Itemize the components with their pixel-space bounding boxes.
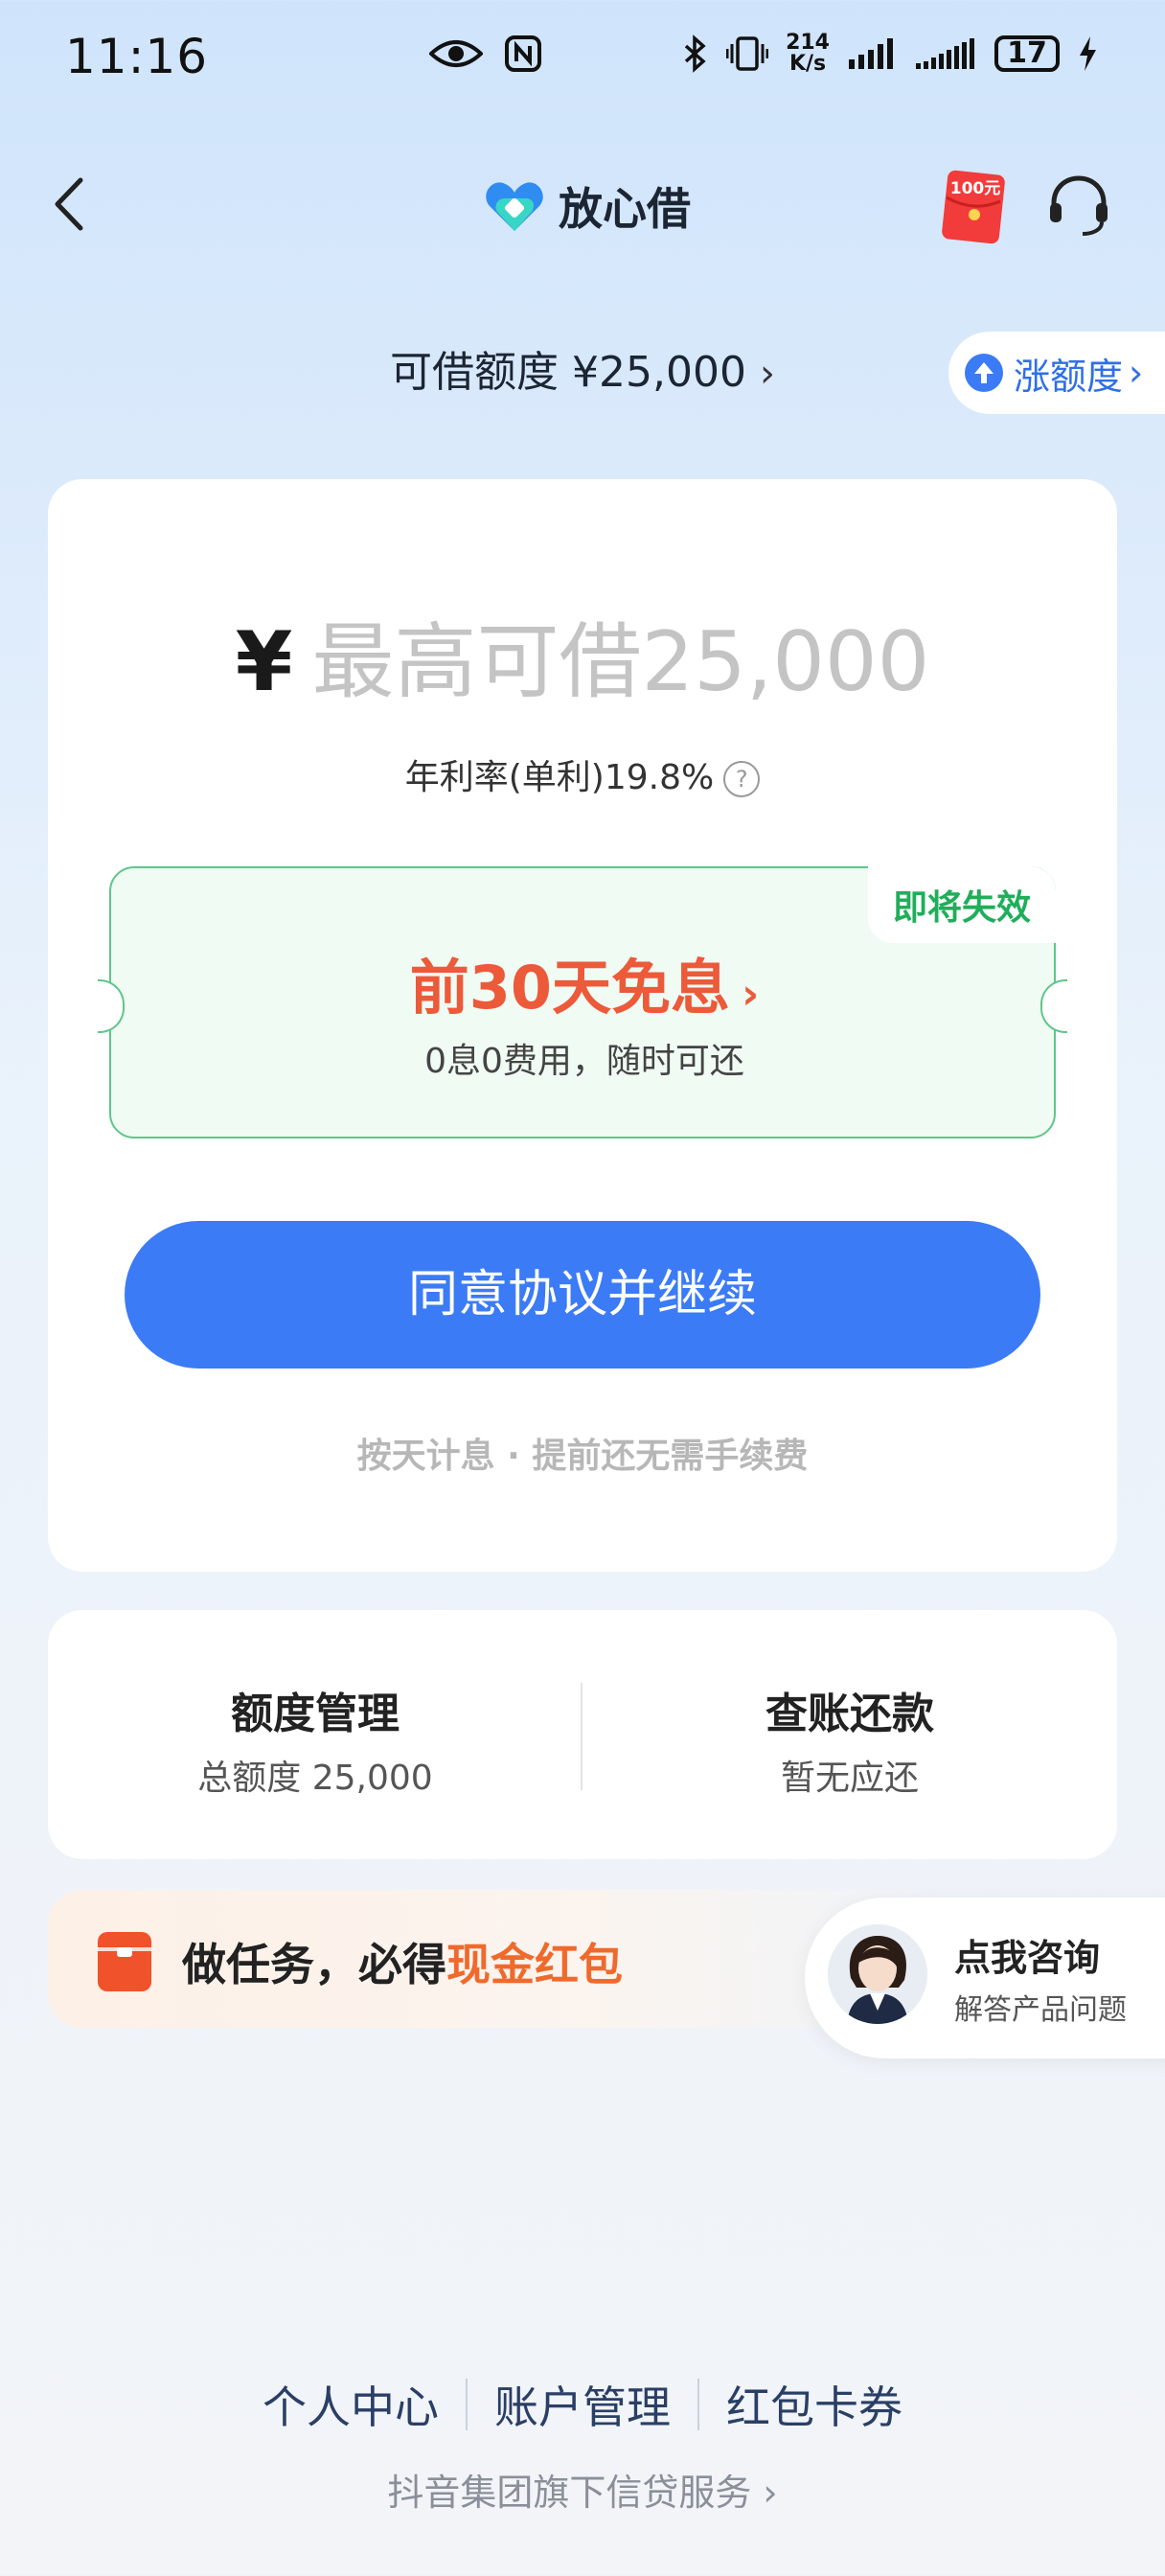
- coupon-expire-tag: 即将失效: [867, 866, 1056, 943]
- customer-service-button[interactable]: [1044, 171, 1113, 240]
- task-text-highlight: 现金红包: [446, 1939, 623, 1990]
- amount-input[interactable]: ¥ 最高可借25,000: [48, 594, 1117, 714]
- available-quota-label: 可借额度 ¥25,000: [390, 348, 746, 397]
- task-text-prefix: 做任务，必得: [182, 1939, 446, 1990]
- status-time: 11:16: [65, 29, 209, 84]
- raise-quota-icon: [965, 354, 1003, 392]
- status-center-icons: [429, 34, 542, 73]
- footer-link-coupons[interactable]: 红包卡券: [726, 2373, 902, 2436]
- gift-icon: [98, 1932, 151, 1991]
- app-logo: 放心借: [484, 174, 691, 238]
- interest-free-coupon[interactable]: 即将失效 前30天免息 › 0息0费用，随时可还: [98, 866, 1067, 1138]
- footer-note[interactable]: 抖音集团旗下信贷服务 ›: [0, 2463, 1165, 2516]
- raise-quota-button[interactable]: 涨额度 ›: [948, 332, 1165, 414]
- battery: 17: [994, 35, 1060, 72]
- redpack-icon: 100元: [942, 170, 1005, 244]
- coupon-title: 前30天免息 ›: [111, 939, 1058, 1025]
- back-button[interactable]: [42, 171, 100, 238]
- interest-rate: 年利率(单利)19.8%?: [48, 749, 1117, 799]
- interest-note: 按天计息 · 提前还无需手续费: [356, 1437, 809, 1476]
- vibrate-icon: [726, 36, 769, 71]
- raise-quota-label: 涨额度: [1014, 355, 1124, 398]
- redpack-label: 100元: [950, 179, 1001, 198]
- footer-note-text: 抖音集团旗下信贷服务: [387, 2472, 752, 2514]
- chevron-right-icon: ›: [742, 970, 760, 1019]
- divider: [466, 2379, 468, 2430]
- quota-management-title: 额度管理: [231, 1690, 400, 1738]
- consult-widget[interactable]: 点我咨询 解答产品问题: [805, 1898, 1165, 2058]
- bill-repayment-title: 查账还款: [765, 1690, 934, 1738]
- bill-repayment[interactable]: 查账还款 暂无应还: [582, 1610, 1117, 1859]
- total-quota: 总额度 25,000: [197, 1759, 433, 1798]
- logo-icon: [486, 182, 543, 231]
- consult-subtitle: 解答产品问题: [954, 1993, 1127, 2027]
- eye-icon: [429, 40, 483, 67]
- coupon-subtitle: 0息0费用，随时可还: [424, 1042, 744, 1081]
- signal-icon: [916, 38, 974, 69]
- agree-continue-button[interactable]: 同意协议并继续: [125, 1221, 1040, 1368]
- app-title: 放心借: [559, 183, 691, 235]
- help-icon[interactable]: ?: [723, 761, 761, 797]
- nfc-icon: [505, 35, 541, 72]
- coupon-title-text: 前30天免息: [409, 953, 731, 1023]
- chevron-right-icon: ›: [763, 2472, 778, 2514]
- bluetooth-icon: [684, 34, 706, 73]
- loan-card: ¥ 最高可借25,000 年利率(单利)19.8%? 即将失效 前30天免息 › 0…: [48, 479, 1117, 1572]
- charging-icon: [1080, 36, 1096, 71]
- footer-links: 个人中心 账户管理 红包卡券: [0, 2373, 1165, 2436]
- interest-rate-text: 年利率(单利)19.8%: [404, 758, 715, 797]
- footer-link-personal-center[interactable]: 个人中心: [263, 2373, 439, 2436]
- chevron-right-icon: ›: [759, 352, 775, 396]
- account-summary-card: 额度管理 总额度 25,000 查账还款 暂无应还: [48, 1610, 1117, 1859]
- repayment-status: 暂无应还: [780, 1759, 919, 1798]
- back-arrow-icon: [55, 177, 83, 231]
- footer-link-account-management[interactable]: 账户管理: [494, 2373, 671, 2436]
- divider: [697, 2379, 699, 2430]
- consult-title: 点我咨询: [954, 1937, 1101, 1979]
- status-right-icons: 214 K/s 17: [682, 33, 1098, 75]
- currency-symbol: ¥: [235, 614, 293, 710]
- net-speed: 214 K/s: [786, 31, 830, 76]
- amount-placeholder: 最高可借25,000: [311, 614, 930, 710]
- chevron-right-icon: ›: [1129, 352, 1144, 394]
- quota-management[interactable]: 额度管理 总额度 25,000: [48, 1610, 582, 1859]
- task-text: 做任务，必得现金红包: [182, 1930, 623, 1993]
- signal-icon: [849, 38, 893, 69]
- redpack-button[interactable]: 100元: [939, 169, 1008, 245]
- headset-icon: [1050, 175, 1108, 236]
- avatar: [828, 1924, 927, 2024]
